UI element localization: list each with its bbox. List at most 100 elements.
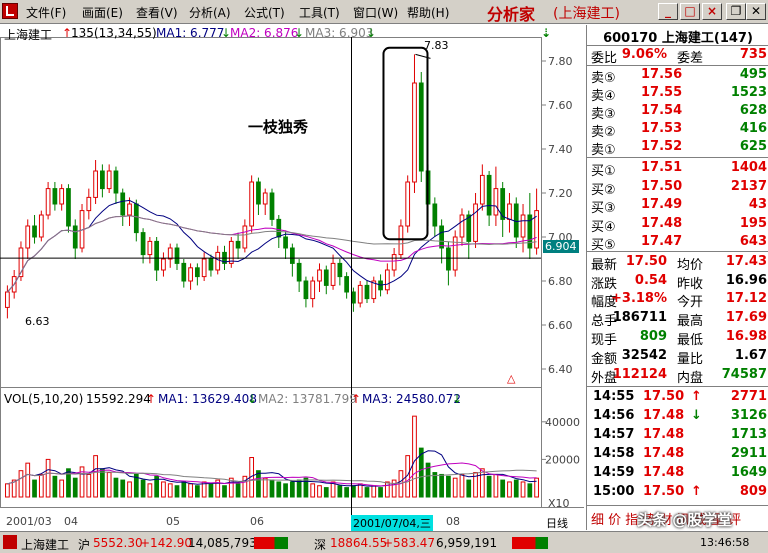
ma3-down-icon: ↓ bbox=[366, 26, 377, 40]
price-tick-label: 6.40 bbox=[548, 363, 573, 376]
sz-volume: 6,959,191 bbox=[436, 536, 498, 550]
candle-body bbox=[100, 170, 105, 190]
vol-ma2: MA2: 13781.799 bbox=[258, 392, 357, 406]
buy-label: 买① bbox=[591, 164, 616, 179]
candle-body bbox=[161, 258, 166, 271]
candle-body bbox=[405, 181, 411, 227]
volume-bar bbox=[527, 483, 533, 498]
menu-formula[interactable]: 公式(T) bbox=[244, 4, 285, 21]
quote-panel: 600170 上海建工(147) 委比 9.06% 委差 735 卖⑤ 17.5… bbox=[586, 25, 768, 530]
candle-body bbox=[296, 262, 302, 282]
close-button[interactable]: × bbox=[702, 3, 722, 20]
price-tick-label: 7.60 bbox=[548, 99, 573, 112]
candle-body bbox=[418, 82, 424, 172]
menu-help[interactable]: 帮助(H) bbox=[407, 4, 449, 21]
maximize-button[interactable]: □ bbox=[680, 3, 700, 20]
volume-bar bbox=[59, 479, 65, 498]
clock: 13:46:58 bbox=[700, 536, 750, 549]
volume-bar bbox=[188, 483, 193, 498]
volume-bar bbox=[174, 485, 180, 498]
candle-body bbox=[66, 188, 71, 227]
sell-price: 17.52 bbox=[641, 139, 683, 154]
candle-body bbox=[507, 203, 512, 220]
volume-bar bbox=[222, 485, 227, 498]
chart-area[interactable]: 7.80 7.60 7.40 7.20 7.00 6.80 6.60 6.40 40000 200… bbox=[0, 25, 584, 531]
menu-view[interactable]: 查看(V) bbox=[136, 4, 178, 21]
sell-price: 17.53 bbox=[641, 121, 683, 136]
candle-body bbox=[351, 291, 356, 304]
sz-label: 深 bbox=[314, 538, 327, 552]
menu-tools[interactable]: 工具(T) bbox=[299, 4, 340, 21]
tick-arrow-icon: ↑ bbox=[691, 484, 702, 499]
volume-bar bbox=[269, 479, 275, 498]
tick-arrow-icon: ↓ bbox=[691, 408, 702, 423]
panel-code-title: 600170 上海建工(147) bbox=[603, 31, 753, 46]
buy-label: 买④ bbox=[591, 219, 616, 235]
candle-body bbox=[52, 188, 58, 205]
menu-file[interactable]: 文件(F) bbox=[26, 4, 66, 21]
annotation-text: 一枝独秀 bbox=[248, 118, 309, 136]
stat-value: +3.18% bbox=[611, 291, 667, 307]
tick-arrow-icon: ↑ bbox=[691, 389, 702, 404]
stat-value-2: 17.69 bbox=[725, 310, 767, 326]
volume-bar bbox=[167, 483, 173, 498]
volume-bar bbox=[323, 487, 329, 498]
tick-price: 17.48 bbox=[643, 446, 685, 461]
candle-body bbox=[330, 262, 336, 286]
stat-label: 金额 bbox=[591, 351, 618, 367]
price-tick-label: 6.80 bbox=[548, 275, 573, 288]
candle-body bbox=[147, 240, 153, 256]
stat-row: 涨跌 0.54 昨收 16.96 bbox=[589, 272, 767, 292]
menu-window[interactable]: 窗口(W) bbox=[353, 4, 398, 21]
tick-row: 14:57 17.48 1713 bbox=[591, 427, 767, 446]
sell-price: 17.55 bbox=[641, 85, 683, 100]
stat-label: 涨跌 bbox=[591, 276, 618, 292]
candle-body bbox=[127, 203, 132, 216]
buy-volume: 1404 bbox=[730, 160, 767, 175]
candle-body bbox=[486, 174, 492, 216]
volume-bar bbox=[310, 483, 316, 498]
volume-bar bbox=[86, 473, 92, 498]
vol-ma1-down-icon: ↓ bbox=[247, 392, 258, 406]
scroll-down-icon[interactable]: ⇣ bbox=[541, 26, 551, 40]
volume-bar bbox=[93, 455, 98, 498]
watermark: 头条 @股学堂 bbox=[637, 511, 733, 529]
sz-change: +583.47 bbox=[383, 536, 436, 550]
volume-bar bbox=[493, 473, 499, 498]
candle-body bbox=[520, 214, 526, 238]
volume-bar bbox=[106, 472, 112, 498]
minimize-button[interactable]: _ bbox=[658, 3, 678, 20]
tick-volume: 2911 bbox=[730, 446, 767, 461]
close-icon[interactable]: ✕ bbox=[746, 3, 766, 20]
tick-row: 14:56 17.48 ↓ 3126 bbox=[591, 408, 767, 427]
stat-value-2: 16.96 bbox=[725, 272, 767, 288]
volume-bar bbox=[357, 483, 363, 498]
menu-analysis[interactable]: 分析(A) bbox=[189, 4, 231, 21]
menu-screen[interactable]: 画面(E) bbox=[82, 4, 123, 21]
sell-label: 卖① bbox=[591, 143, 616, 158]
candle-body bbox=[93, 170, 98, 198]
volume-tick-label: 20000 bbox=[545, 453, 580, 466]
volume-bar bbox=[276, 481, 282, 498]
restore-icon[interactable]: ❐ bbox=[726, 3, 746, 20]
kline-chart[interactable]: 7.807.607.407.207.006.806.606.4040000200… bbox=[0, 25, 584, 530]
volume-tick-label: 40000 bbox=[545, 416, 580, 429]
sh-label: 沪 bbox=[78, 538, 91, 552]
volume-bar bbox=[446, 475, 451, 498]
sell-row: 卖② 17.53 416 bbox=[589, 121, 767, 140]
buy-volume: 195 bbox=[739, 215, 767, 231]
sell-price: 17.56 bbox=[641, 67, 683, 82]
buy-row: 买④ 17.48 195 bbox=[589, 215, 767, 235]
stat-value-2: 74587 bbox=[721, 367, 767, 382]
period-tab[interactable]: 日线 bbox=[546, 515, 568, 531]
volume-bar bbox=[344, 487, 349, 498]
vol-ma1: MA1: 13629.408 bbox=[158, 392, 257, 406]
status-app-icon bbox=[3, 535, 17, 549]
sell-price: 17.54 bbox=[641, 103, 683, 118]
app-logo-icon bbox=[2, 3, 18, 19]
candle-body bbox=[235, 240, 241, 249]
volume-bar bbox=[100, 468, 105, 498]
candle-body bbox=[446, 247, 451, 271]
date-label-4: 08 bbox=[446, 515, 460, 528]
volume-bar bbox=[500, 479, 506, 498]
